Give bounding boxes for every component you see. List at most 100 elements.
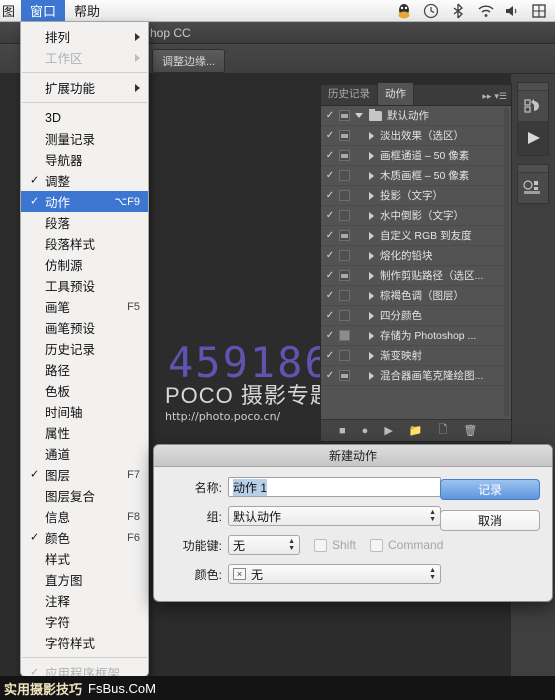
chevron-right-icon[interactable] [369, 332, 374, 340]
refine-edge-button[interactable]: 调整边缘... [152, 49, 225, 73]
dock-grip-2[interactable] [518, 165, 548, 173]
menu-item-时间轴[interactable]: 时间轴 [21, 401, 148, 422]
action-enable-check-icon[interactable]: ✓ [321, 310, 339, 321]
menu-item-信息[interactable]: 信息F8 [21, 506, 148, 527]
menu-item-历史记录[interactable]: 历史记录 [21, 338, 148, 359]
menubar-item-partial[interactable]: 图 [0, 0, 21, 21]
action-enable-check-icon[interactable]: ✓ [321, 170, 339, 181]
action-row[interactable]: ✓默认动作 [321, 106, 511, 126]
history-undo-icon[interactable] [518, 91, 548, 121]
command-checkbox[interactable]: Command [370, 538, 443, 552]
action-row[interactable]: ✓自定义 RGB 到友度 [321, 226, 511, 246]
menu-item-仿制源[interactable]: 仿制源 [21, 254, 148, 275]
chevron-right-icon[interactable] [369, 252, 374, 260]
delete-trash-icon[interactable]: 🗑 [463, 424, 477, 437]
window-menu-dropdown[interactable]: 排列工作区扩展功能3D测量记录导航器✓调整✓动作⌥F9段落段落样式仿制源工具预设… [20, 22, 149, 677]
action-enable-check-icon[interactable]: ✓ [321, 230, 339, 241]
menu-item-图层[interactable]: ✓图层F7 [21, 464, 148, 485]
action-row[interactable]: ✓木质画框 – 50 像素 [321, 166, 511, 186]
action-row[interactable]: ✓画框通道 – 50 像素 [321, 146, 511, 166]
dock-grip[interactable] [518, 83, 548, 91]
chevron-right-icon[interactable] [369, 212, 374, 220]
action-enable-check-icon[interactable]: ✓ [321, 350, 339, 361]
action-row[interactable]: ✓熔化的铅块 [321, 246, 511, 266]
action-enable-check-icon[interactable]: ✓ [321, 190, 339, 201]
chevron-down-icon[interactable] [355, 113, 363, 118]
menu-item-注释[interactable]: 注释 [21, 590, 148, 611]
action-row[interactable]: ✓存储为 Photoshop ... [321, 326, 511, 346]
action-name-input[interactable]: 动作 1 [228, 477, 441, 497]
action-row[interactable]: ✓四分颜色 [321, 306, 511, 326]
action-dialog-toggle-box[interactable] [339, 110, 350, 121]
action-row[interactable]: ✓制作剪贴路径（选区... [321, 266, 511, 286]
action-row[interactable]: ✓渐变映射 [321, 346, 511, 366]
menu-item-直方图[interactable]: 直方图 [21, 569, 148, 590]
action-dialog-toggle-box[interactable] [339, 210, 350, 221]
menu-item-画笔预设[interactable]: 画笔预设 [21, 317, 148, 338]
action-row[interactable]: ✓水中倒影（文字） [321, 206, 511, 226]
play-icon[interactable]: ▶ [384, 424, 392, 437]
volume-icon[interactable] [504, 3, 520, 19]
tab-actions[interactable]: 动作 [378, 83, 414, 105]
chevron-right-icon[interactable] [369, 312, 374, 320]
action-dialog-toggle-box[interactable] [339, 370, 350, 381]
action-dialog-toggle-box[interactable] [339, 350, 350, 361]
stepper-arrows-icon-2[interactable]: ▲▼ [288, 539, 295, 551]
menu-item-画笔[interactable]: 画笔F5 [21, 296, 148, 317]
record-button[interactable]: 记录 [440, 479, 540, 500]
double-chevron-right-icon[interactable]: ▸▸ [482, 91, 491, 102]
menu-item-测量记录[interactable]: 测量记录 [21, 128, 148, 149]
cancel-button[interactable]: 取消 [440, 510, 540, 531]
shift-checkbox-box[interactable] [314, 539, 327, 552]
chevron-right-icon[interactable] [369, 192, 374, 200]
menu-item-调整[interactable]: ✓调整 [21, 170, 148, 191]
action-row[interactable]: ✓淡出效果（选区） [321, 126, 511, 146]
action-enable-check-icon[interactable]: ✓ [321, 250, 339, 261]
action-dialog-toggle-box[interactable] [339, 310, 350, 321]
stepper-arrows-icon-3[interactable]: ▲▼ [429, 568, 436, 580]
actions-list[interactable]: ✓默认动作✓淡出效果（选区）✓画框通道 – 50 像素✓木质画框 – 50 像素… [321, 106, 511, 419]
play-actions-icon[interactable] [518, 121, 548, 155]
action-enable-check-icon[interactable]: ✓ [321, 150, 339, 161]
chevron-right-icon[interactable] [369, 152, 374, 160]
menu-item-段落样式[interactable]: 段落样式 [21, 233, 148, 254]
panel-scrollbar[interactable] [504, 108, 509, 417]
action-enable-check-icon[interactable]: ✓ [321, 130, 339, 141]
action-enable-check-icon[interactable]: ✓ [321, 210, 339, 221]
action-dialog-toggle-box[interactable] [339, 270, 350, 281]
action-dialog-toggle-box[interactable] [339, 250, 350, 261]
action-dialog-toggle-box[interactable] [339, 330, 350, 341]
menubar-item-window[interactable]: 窗口 [21, 0, 65, 21]
menubar-item-help[interactable]: 帮助 [65, 0, 109, 21]
menu-item-字符样式[interactable]: 字符样式 [21, 632, 148, 653]
action-row[interactable]: ✓棕褐色调（图层） [321, 286, 511, 306]
action-enable-check-icon[interactable]: ✓ [321, 330, 339, 341]
chevron-right-icon[interactable] [369, 272, 374, 280]
menu-item-色板[interactable]: 色板 [21, 380, 148, 401]
wifi-icon[interactable] [477, 3, 493, 19]
chevron-right-icon[interactable] [369, 232, 374, 240]
chevron-right-icon[interactable] [369, 372, 374, 380]
menu-item-图层复合[interactable]: 图层复合 [21, 485, 148, 506]
stepper-arrows-icon[interactable]: ▲▼ [429, 510, 436, 522]
action-dialog-toggle-box[interactable] [339, 230, 350, 241]
menu-item-扩展功能[interactable]: 扩展功能 [21, 77, 148, 98]
menu-item-段落[interactable]: 段落 [21, 212, 148, 233]
chevron-right-icon[interactable] [369, 132, 374, 140]
menu-item-样式[interactable]: 样式 [21, 548, 148, 569]
action-dialog-toggle-box[interactable] [339, 290, 350, 301]
record-icon[interactable]: ● [362, 425, 369, 437]
input-method-icon[interactable] [531, 3, 547, 19]
new-action-icon[interactable]: 🗋 [438, 421, 447, 440]
menu-item-通道[interactable]: 通道 [21, 443, 148, 464]
panel-menu-icon[interactable]: ▾☰ [494, 91, 507, 102]
action-row[interactable]: ✓投影（文字） [321, 186, 511, 206]
menu-item-字符[interactable]: 字符 [21, 611, 148, 632]
menu-item-3D[interactable]: 3D [21, 107, 148, 128]
action-row[interactable]: ✓混合器画笔克隆绘图... [321, 366, 511, 386]
action-set-dropdown[interactable]: 默认动作 ▲▼ [228, 506, 441, 526]
action-enable-check-icon[interactable]: ✓ [321, 110, 339, 121]
menu-item-颜色[interactable]: ✓颜色F6 [21, 527, 148, 548]
action-enable-check-icon[interactable]: ✓ [321, 370, 339, 381]
action-enable-check-icon[interactable]: ✓ [321, 270, 339, 281]
